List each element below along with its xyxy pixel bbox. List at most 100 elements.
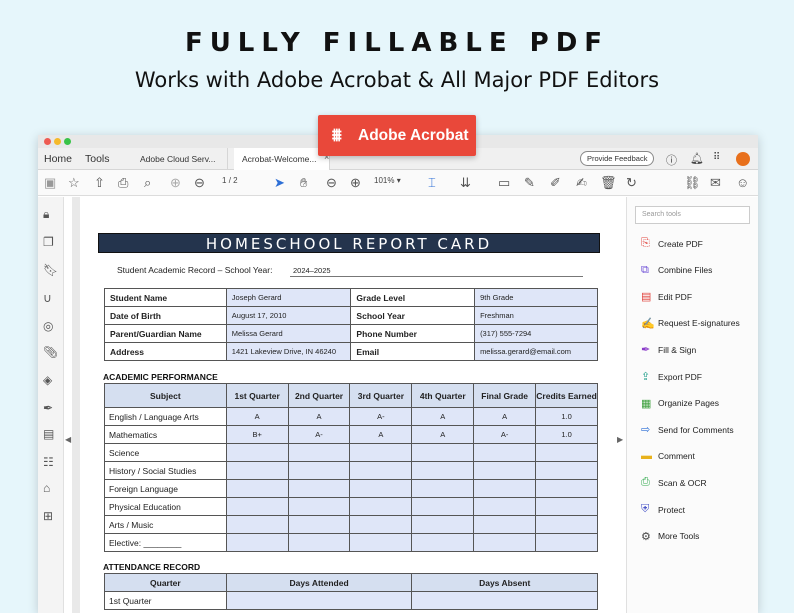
rotate-icon[interactable]: ↻ [626,175,637,191]
apps-grid-icon[interactable]: ⠿ [713,152,720,163]
tool-protect[interactable]: ⛨ Protect [641,503,685,519]
info-field[interactable]: (317) 555-7294 [474,324,598,343]
grade-field[interactable]: A [287,407,351,426]
info-field[interactable]: Freshman [474,306,598,325]
info-field[interactable]: 9th Grade [474,288,598,307]
save-icon[interactable]: ▣ [44,175,56,191]
grade-field[interactable] [225,443,289,462]
tool-fill-sign[interactable]: ✒ Fill & Sign [641,343,696,359]
notification-bell-icon[interactable]: 🔔︎ [690,152,704,165]
info-field[interactable]: Joseph Gerard [225,288,352,307]
grade-field[interactable]: A- [349,407,413,426]
tab-acrobat-welcome[interactable]: Acrobat-Welcome... [234,148,330,170]
page-down-icon[interactable]: ⊖ [194,175,205,191]
user-avatar[interactable] [736,152,750,166]
attendance-field[interactable] [225,591,413,610]
zoom-level-select[interactable]: 101% ▾ [374,176,412,185]
tool-edit-pdf[interactable]: ▤ Edit PDF [641,290,692,306]
grade-field[interactable]: A [473,407,537,426]
grade-field[interactable] [225,479,289,498]
document-view[interactable]: HOMESCHOOL REPORT CARD Student Academic … [72,197,616,613]
grade-field[interactable] [473,515,537,534]
print-icon[interactable]: ⎙ [118,175,128,191]
tool-organize-pages[interactable]: ▦ Organize Pages [641,397,719,413]
signatures-icon[interactable]: ∪ [43,291,52,305]
fill-sign-rail-icon[interactable]: ✒︎ [43,401,53,415]
grade-field[interactable]: 1.0 [535,425,598,444]
grade-field[interactable] [287,461,351,480]
page-up-icon[interactable]: ⊕ [170,175,181,191]
grade-field[interactable]: A [411,407,475,426]
grade-field[interactable] [287,515,351,534]
info-field[interactable]: Melissa Gerard [225,324,352,343]
grade-field[interactable] [535,497,598,516]
grade-field[interactable] [225,533,289,552]
grade-field[interactable] [411,533,475,552]
grade-field[interactable] [535,443,598,462]
grade-field[interactable] [225,497,289,516]
tool-export-pdf[interactable]: ⇪ Export PDF [641,370,702,386]
grade-field[interactable] [473,461,537,480]
grade-field[interactable] [411,443,475,462]
tool-scan-ocr[interactable]: ⎙ Scan & OCR [641,476,707,492]
grade-field[interactable] [287,479,351,498]
page-current[interactable]: 1 [222,176,226,185]
grade-field[interactable] [473,443,537,462]
grade-field[interactable] [349,533,413,552]
info-field[interactable]: August 17, 2010 [225,306,352,325]
tool-comment[interactable]: ▬ Comment [641,450,695,466]
minimize-window-button[interactable] [54,138,61,145]
hand-tool-icon[interactable]: ✋︎ [300,175,307,191]
select-cursor-icon[interactable]: ➤ [274,175,285,191]
grade-field[interactable] [349,497,413,516]
grade-field[interactable] [225,461,289,480]
grade-field[interactable] [535,479,598,498]
form-fields-icon[interactable]: ☷ [43,455,54,469]
close-window-button[interactable] [44,138,51,145]
tool-send-comments[interactable]: ⇨ Send for Comments [641,423,734,439]
grade-field[interactable] [225,515,289,534]
star-icon[interactable]: ☆ [68,175,80,191]
grade-field[interactable] [287,497,351,516]
zoom-search-icon[interactable]: ⌕ [144,175,151,191]
search-tools-input[interactable]: Search tools [635,206,750,224]
page-thumbnails-icon[interactable]: ❐ [43,235,54,249]
grade-field[interactable] [411,479,475,498]
info-field[interactable]: 1421 Lakeview Drive, IN 46240 [225,342,352,361]
grade-field[interactable] [473,479,537,498]
tab-home[interactable]: Home [44,153,72,165]
delete-icon[interactable]: 🗑︎ [600,175,617,191]
upload-cloud-icon[interactable]: ⇧ [94,175,105,191]
school-year-field[interactable]: 2024–2025 [293,266,331,275]
collapse-right-icon[interactable]: ▶ [617,435,623,444]
tags-icon[interactable]: ⌂ [43,481,50,495]
attendance-field[interactable] [411,591,598,610]
tool-more-tools[interactable]: ⚙ More Tools [641,530,699,546]
grade-field[interactable] [349,461,413,480]
content-icon[interactable]: ◎ [43,319,53,333]
share-user-icon[interactable]: ☺︎ [736,175,749,191]
grade-field[interactable] [473,533,537,552]
order-tree-icon[interactable]: ⊞ [43,509,53,523]
info-field[interactable]: melissa.gerard@email.com [474,342,598,361]
grade-field[interactable] [535,461,598,480]
highlight-pen-icon[interactable]: ✎ [524,175,535,191]
grade-field[interactable] [411,497,475,516]
grade-field[interactable]: 1.0 [535,407,598,426]
grade-field[interactable] [411,515,475,534]
lock-icon[interactable]: 🔒︎ [43,207,49,222]
maximize-window-button[interactable] [64,138,71,145]
tool-e-signature[interactable]: ✍ Request E-signatures [641,317,740,333]
help-icon[interactable]: ⓘ [666,152,677,168]
grade-field[interactable] [473,497,537,516]
grade-field[interactable]: A [225,407,289,426]
grade-field[interactable]: A- [287,425,351,444]
grade-field[interactable] [411,461,475,480]
email-icon[interactable]: ✉︎ [710,175,721,191]
grade-field[interactable]: B+ [225,425,289,444]
grade-field[interactable] [349,515,413,534]
scroll-mode-icon[interactable]: ⇊ [460,175,471,191]
zoom-in-icon[interactable]: ⊕ [350,175,361,191]
grade-field[interactable] [349,443,413,462]
attachments-icon[interactable]: 📎︎ [43,345,58,359]
